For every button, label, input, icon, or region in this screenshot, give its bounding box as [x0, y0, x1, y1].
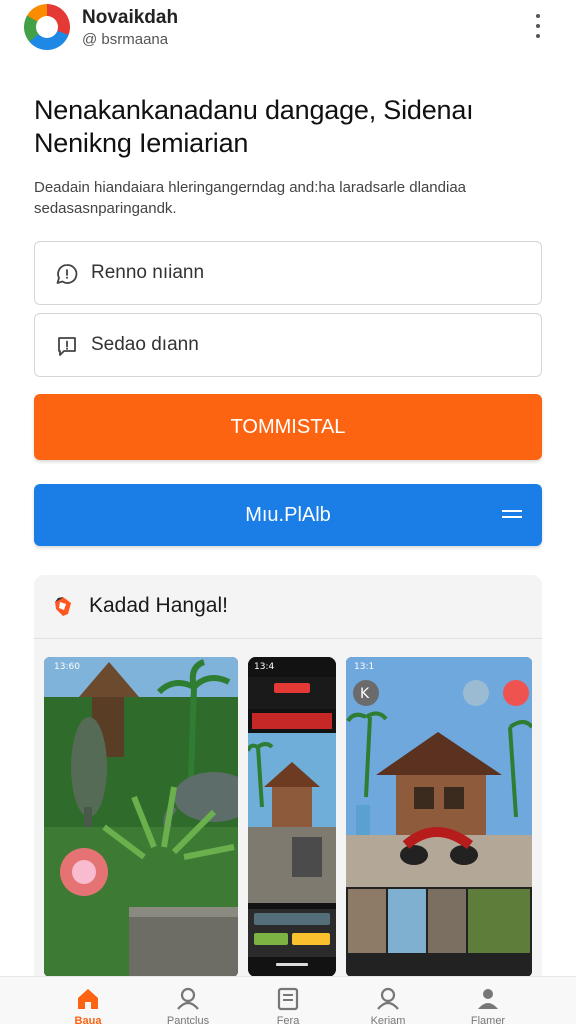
- nav-label-docs: Fera: [276, 1015, 300, 1024]
- page-headline: Nenakankanadanu dangage, Sidenaı Nenikng…: [34, 94, 544, 160]
- app-name: Novaikdah: [82, 7, 179, 28]
- gallery-card-header: Kadad Hangal!: [34, 575, 542, 639]
- document-icon: [277, 987, 299, 1011]
- nav-item-docs[interactable]: Fera: [238, 977, 338, 1024]
- status-time-2: 13:4: [254, 662, 274, 672]
- user-search-icon: [177, 987, 199, 1010]
- nav-item-home[interactable]: Baua: [38, 977, 138, 1024]
- filter-icon: [502, 510, 522, 520]
- nav-item-profile[interactable]: Flamer: [438, 977, 538, 1024]
- nav-item-people[interactable]: Pantclus: [138, 977, 238, 1024]
- brand-mark-icon: [55, 597, 71, 616]
- svg-text:K: K: [360, 686, 370, 702]
- headline-line-1: Nenakankanadanu dangage, Sidenaı: [34, 95, 474, 125]
- message-field-text: Renno nıiann: [91, 262, 205, 283]
- description-line-2: sedasasnparingandk.: [34, 200, 177, 217]
- profile-search-icon: [377, 987, 399, 1010]
- person-icon: [478, 989, 498, 1009]
- app-handle: @ bsrmaana: [82, 31, 169, 48]
- nav-label-search: Keriam: [370, 1015, 406, 1024]
- gallery-title: Kadad Hangal!: [89, 594, 228, 617]
- primary-submit-button[interactable]: TOMMISTAL: [34, 394, 542, 460]
- status-time-1: 13:60: [54, 662, 80, 672]
- notes-field-text: Sedao dıann: [91, 334, 199, 355]
- gallery-image-2[interactable]: 13:4: [248, 657, 336, 977]
- nav-item-search[interactable]: Keriam: [338, 977, 438, 1024]
- status-time-3: 13:1: [354, 662, 374, 672]
- secondary-action-label: Mıu.PlAlb: [245, 504, 331, 526]
- notes-field[interactable]: Sedao dıann: [34, 313, 542, 377]
- more-options-icon[interactable]: [528, 12, 548, 40]
- secondary-action-button[interactable]: Mıu.PlAlb: [34, 484, 542, 546]
- gallery-image-3[interactable]: K 13:1: [346, 657, 532, 977]
- bottom-navigation: Baua Pantclus Fera Keriam Flamer: [0, 976, 576, 1024]
- app-preview-image: 13:4: [248, 657, 336, 977]
- nav-label-people: Pantclus: [166, 1015, 210, 1024]
- gallery-card: Kadad Hangal! 13:60 13:4 K 13:1: [34, 575, 542, 985]
- message-field[interactable]: Renno nıiann: [34, 241, 542, 305]
- chat-bubble-icon: [56, 264, 78, 284]
- description-line-1: Deadain hiandaiara hleringangerndag and:…: [34, 179, 466, 196]
- nav-label-profile: Flamer: [470, 1015, 506, 1024]
- headline-line-2: Nenikng Iemiarian: [34, 128, 249, 158]
- app-logo: [24, 4, 70, 50]
- temple-scene-image: K 13:1: [346, 657, 532, 977]
- page-description: Deadain hiandaiara hleringangerndag and:…: [34, 177, 544, 219]
- garden-scene-image: 13:60: [44, 657, 238, 977]
- gallery-image-1[interactable]: 13:60: [44, 657, 238, 977]
- note-alert-icon: [58, 337, 76, 356]
- nav-label-home: Baua: [74, 1015, 102, 1024]
- top-bar: Novaikdah @ bsrmaana: [0, 0, 576, 60]
- home-icon: [78, 989, 98, 1009]
